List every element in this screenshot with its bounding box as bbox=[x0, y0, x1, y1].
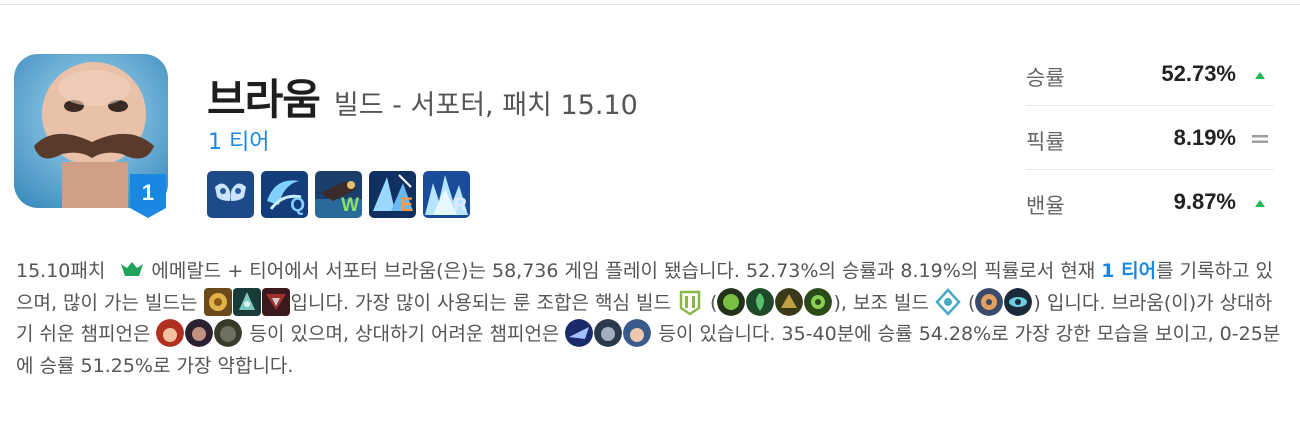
trend-up-icon bbox=[1255, 72, 1265, 79]
stat-label: 픽률 bbox=[1026, 130, 1065, 154]
counter-champion-icon[interactable] bbox=[565, 319, 594, 347]
counter-champion-icon[interactable] bbox=[594, 319, 623, 347]
stat-label: 승률 bbox=[1026, 66, 1065, 90]
skill-q-key: Q bbox=[290, 195, 305, 216]
desc-text-8: 등이 있으며, 상대하기 어려운 챔피언은 bbox=[243, 323, 566, 345]
stat-winrate: 승률 52.73% bbox=[1026, 42, 1274, 106]
stat-value: 8.19% bbox=[1173, 125, 1236, 150]
desc-text-3: 입니다. 가장 많이 사용되는 룬 조합은 핵심 빌드 bbox=[290, 291, 678, 314]
rune-icon[interactable] bbox=[804, 287, 833, 316]
skill-q-icon[interactable]: Q bbox=[261, 171, 308, 218]
rune-icon[interactable] bbox=[775, 287, 804, 316]
resolve-rune-icon[interactable] bbox=[677, 288, 703, 316]
skill-r-icon[interactable]: R bbox=[423, 171, 470, 218]
top-divider bbox=[0, 4, 1300, 5]
build-subtitle: 빌드 - 서포터, 패치 15.10 bbox=[333, 90, 638, 121]
skill-w-key: W bbox=[341, 195, 359, 216]
stats-panel: 승률 52.73% 픽률 8.19% 밴율 9.87% bbox=[1026, 42, 1274, 234]
champion-name: 브라움 bbox=[207, 75, 321, 124]
keystone-rune-icon[interactable] bbox=[717, 287, 746, 316]
inspiration-rune-icon[interactable] bbox=[935, 287, 961, 316]
stat-value: 52.73% bbox=[1161, 61, 1236, 86]
stat-banrate: 밴율 9.87% bbox=[1026, 170, 1274, 234]
desc-patch: 15.10패치 bbox=[16, 260, 106, 282]
rune-icon[interactable] bbox=[746, 287, 775, 316]
emerald-icon bbox=[121, 262, 144, 276]
rune-icon[interactable] bbox=[975, 287, 1004, 316]
passive-icon[interactable] bbox=[207, 171, 254, 218]
counter-champion-icon[interactable] bbox=[156, 319, 185, 347]
skill-e-key: E bbox=[400, 195, 413, 216]
counter-champion-icon[interactable] bbox=[185, 319, 214, 347]
title-row: 브라움 빌드 - 서포터, 패치 15.10 bbox=[207, 66, 638, 127]
desc-text-4: ( bbox=[704, 291, 718, 314]
skill-list: Q W E R bbox=[207, 171, 470, 218]
skill-e-icon[interactable]: E bbox=[369, 171, 416, 218]
tier-badge: 1 bbox=[130, 174, 166, 218]
stat-pickrate: 픽률 8.19% bbox=[1026, 106, 1274, 170]
desc-text-6: ( bbox=[961, 291, 976, 314]
skill-r-key: R bbox=[453, 195, 467, 216]
counter-champion-icon[interactable] bbox=[623, 319, 652, 347]
item-icon[interactable] bbox=[232, 287, 261, 316]
stat-label: 밴율 bbox=[1026, 194, 1065, 218]
skill-w-icon[interactable]: W bbox=[315, 171, 362, 218]
desc-text-1: 에메랄드 + 티어에서 서포터 브라움(은)는 58,736 게임 플레이 됐습… bbox=[151, 260, 1102, 282]
trend-same-icon bbox=[1252, 135, 1268, 143]
stat-value: 9.87% bbox=[1173, 189, 1236, 214]
trend-up-icon bbox=[1255, 200, 1265, 207]
build-description: 15.10패치 에메랄드 + 티어에서 서포터 브라움(은)는 58,736 게임… bbox=[16, 256, 1286, 382]
counter-champion-icon[interactable] bbox=[214, 319, 243, 347]
desc-tier-link[interactable]: 1 티어 bbox=[1101, 260, 1156, 282]
item-icon[interactable] bbox=[261, 287, 290, 316]
tier-badge-label: 1 bbox=[141, 180, 155, 205]
desc-text-5: ), 보조 빌드 bbox=[833, 291, 935, 314]
tier-link[interactable]: 1 티어 bbox=[208, 124, 269, 156]
rune-icon[interactable] bbox=[1004, 287, 1033, 316]
item-icon[interactable] bbox=[203, 287, 232, 316]
